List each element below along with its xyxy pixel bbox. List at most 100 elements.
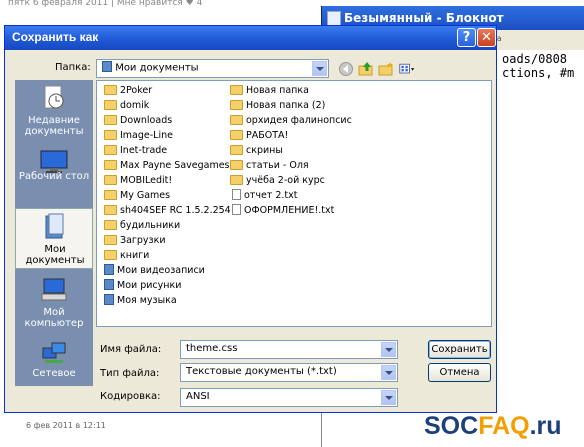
place-label: Мой компьютер <box>24 307 84 329</box>
folder-icon <box>104 204 117 215</box>
filetype-value: Текстовые документы (*.txt) <box>186 366 337 377</box>
folder-icon <box>230 84 243 95</box>
folder-value: Мои документы <box>115 62 199 74</box>
folder-icon <box>230 114 243 125</box>
my-documents-icon <box>45 213 64 239</box>
list-item[interactable]: My Games <box>104 189 170 203</box>
save-as-dialog: Сохранить как ? ✕ Папка: Мои документы Н… <box>4 25 497 413</box>
list-item[interactable]: Мои рисунки <box>104 279 181 293</box>
place-desktop[interactable]: Рабочий стол <box>15 143 93 203</box>
new-folder-icon[interactable] <box>378 61 394 77</box>
folder-dropdown[interactable]: Мои документы <box>96 59 329 78</box>
list-item[interactable]: статьи - Оля <box>230 159 309 173</box>
save-button[interactable]: Сохранить <box>428 340 491 359</box>
list-item[interactable]: Мои видеозаписи <box>104 264 205 278</box>
chevron-down-icon[interactable] <box>312 61 327 76</box>
list-item[interactable]: скрины <box>230 144 283 158</box>
folder-icon <box>104 174 117 185</box>
notepad-text-area[interactable]: oads/0808 ctions, #m <box>502 52 574 80</box>
folder-icon <box>104 219 117 230</box>
music-folder-icon <box>104 294 114 305</box>
my-documents-small-icon <box>102 61 112 72</box>
folder-icon <box>104 249 117 260</box>
list-item[interactable]: Новая папка <box>230 84 309 98</box>
my-computer-icon <box>41 278 67 301</box>
place-label: Сетевое <box>32 368 76 379</box>
place-my-computer[interactable]: Мой компьютер <box>15 271 93 331</box>
folder-icon <box>104 159 117 170</box>
list-item[interactable]: sh404SEF RC 1.5.2.254 <box>104 204 231 218</box>
list-item[interactable]: ОФОРМЛЕНИЕ!.txt <box>232 204 334 218</box>
view-menu-icon[interactable] <box>399 61 415 77</box>
folder-icon <box>104 189 117 200</box>
list-item[interactable]: MOBILedit! <box>104 174 172 188</box>
chevron-down-icon[interactable] <box>381 365 396 380</box>
encoding-dropdown[interactable]: ANSI <box>180 388 398 407</box>
place-recent-documents[interactable]: Недавние документы <box>15 80 93 140</box>
list-item[interactable]: Max Payne Savegames <box>104 159 230 173</box>
background-date: 6 фев 2011 в 12:11 <box>26 421 106 430</box>
text-file-icon <box>232 204 241 215</box>
list-item[interactable]: Моя музыка <box>104 294 177 308</box>
folder-icon <box>104 84 117 95</box>
folder-icon <box>230 174 243 185</box>
list-item[interactable]: Inet-trade <box>104 144 167 158</box>
place-label: Недавние документы <box>24 115 84 137</box>
close-button[interactable]: ✕ <box>477 28 496 47</box>
video-folder-icon <box>104 264 114 275</box>
folder-icon <box>230 99 243 110</box>
places-bar: Недавние документы Рабочий стол Мои доку… <box>15 80 93 386</box>
filename-label: Имя файла: <box>100 344 162 355</box>
pictures-folder-icon <box>104 279 114 290</box>
back-icon[interactable] <box>338 61 354 77</box>
dialog-title: Сохранить как <box>12 30 99 44</box>
folder-icon <box>104 99 117 110</box>
filetype-label: Тип файла: <box>100 368 160 379</box>
place-label: Мои документы <box>25 244 85 266</box>
place-label: Рабочий стол <box>18 171 90 182</box>
recent-documents-icon <box>44 85 64 109</box>
list-item[interactable]: будильники <box>104 219 180 233</box>
notepad-text-line: ctions, #m <box>502 66 575 80</box>
network-icon <box>42 342 66 363</box>
list-item[interactable]: Новая папка (2) <box>230 99 325 113</box>
filetype-dropdown[interactable]: Текстовые документы (*.txt) <box>180 363 398 382</box>
help-button[interactable]: ? <box>457 28 476 47</box>
list-item[interactable]: отчет 2.txt <box>232 189 298 203</box>
notepad-text-line: oads/0808 <box>502 52 568 66</box>
encoding-value: ANSI <box>186 391 210 402</box>
filename-value: theme.css <box>186 343 238 354</box>
folder-icon <box>230 129 243 140</box>
chevron-down-icon[interactable] <box>381 342 396 357</box>
notepad-title: Безымянный - Блокнот <box>344 11 504 25</box>
place-network[interactable]: Сетевое <box>15 336 93 396</box>
up-folder-icon[interactable] <box>358 61 374 77</box>
cancel-button[interactable]: Отмена <box>428 363 491 382</box>
background-divider <box>321 410 322 447</box>
list-item[interactable]: РАБОТА! <box>230 129 288 143</box>
list-item[interactable]: книги <box>104 249 149 263</box>
text-file-icon <box>232 189 241 200</box>
list-item[interactable]: Загрузки <box>104 234 166 248</box>
encoding-label: Кодировка: <box>100 391 161 402</box>
folder-icon <box>104 234 117 245</box>
folder-icon <box>104 144 117 155</box>
chevron-down-icon[interactable] <box>381 390 396 405</box>
folder-label: Папка: <box>55 62 91 73</box>
socfaq-watermark: SOCFAQ.ru <box>424 412 562 440</box>
folder-icon <box>104 114 117 125</box>
list-item[interactable]: 2Poker <box>104 84 152 98</box>
filename-input[interactable]: theme.css <box>180 340 398 359</box>
folder-icon <box>230 159 243 170</box>
list-item[interactable]: Image-Line <box>104 129 173 143</box>
folder-icon <box>230 144 243 155</box>
file-list[interactable]: 2Poker domik Downloads Image-Line Inet-t… <box>96 80 492 327</box>
list-item[interactable]: орхидея фалинопсис <box>230 114 352 128</box>
list-item[interactable]: Downloads <box>104 114 172 128</box>
folder-icon <box>104 129 117 140</box>
dialog-title-bar[interactable]: Сохранить как ? ✕ <box>5 26 496 50</box>
background-header-text: пятк 6 февраля 2011 | Мне нравится ♥ 4 <box>8 0 203 8</box>
place-my-documents[interactable]: Мои документы <box>15 208 93 269</box>
list-item[interactable]: учёба 2-ой курс <box>230 174 325 188</box>
list-item[interactable]: domik <box>104 99 149 113</box>
